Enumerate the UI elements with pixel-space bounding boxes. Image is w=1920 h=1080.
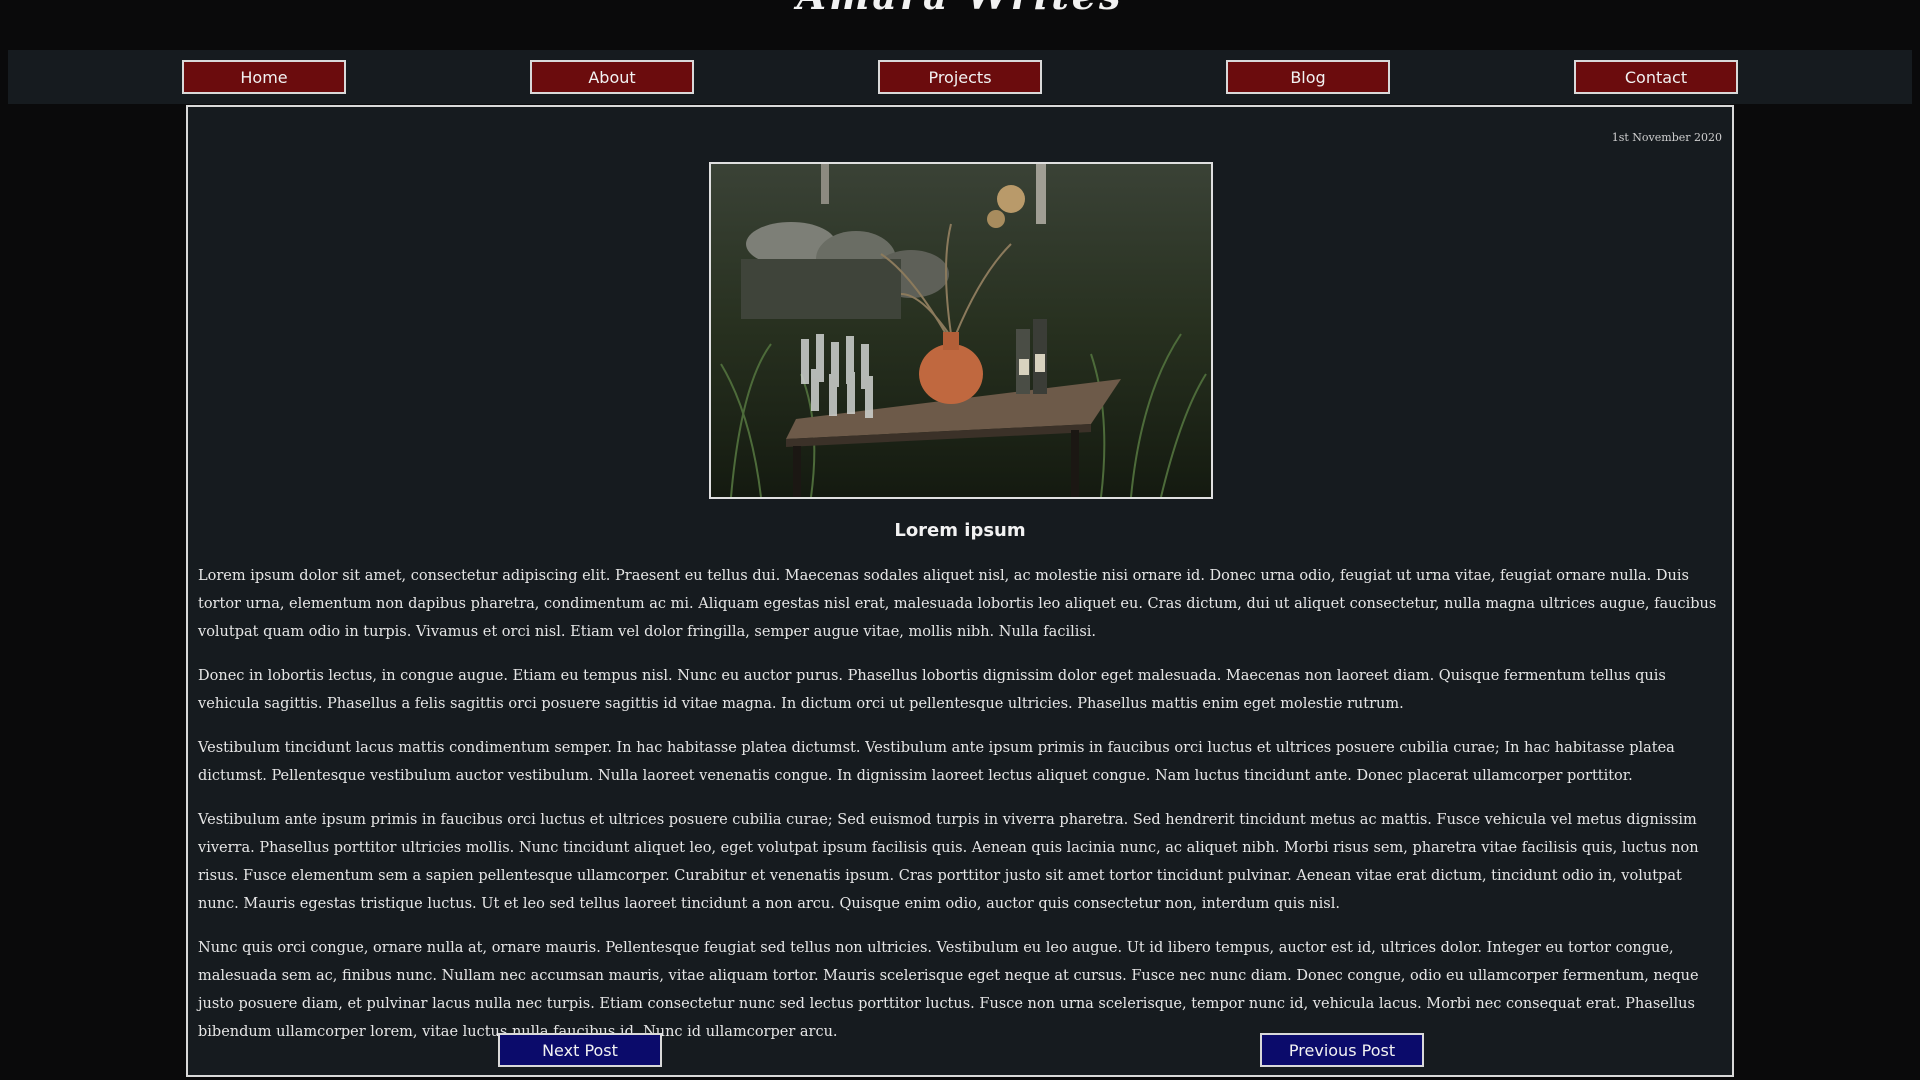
nav-contact-button[interactable]: Contact [1574,60,1738,94]
site-title[interactable]: Amara Writes [0,0,1920,16]
previous-post-button[interactable]: Previous Post [1260,1033,1424,1067]
post-paragraph: Vestibulum ante ipsum primis in faucibus… [198,812,1699,912]
post-paragraph: Donec in lobortis lectus, in congue augu… [198,668,1666,712]
photo-of-table-with-vase-and-glasses-icon [711,164,1211,497]
post-paragraph: Vestibulum tincidunt lacus mattis condim… [198,740,1675,784]
nav-about-button[interactable]: About [530,60,694,94]
post-title: Lorem ipsum [894,520,1026,541]
next-post-button[interactable]: Next Post [498,1033,662,1067]
post-paragraph: Lorem ipsum dolor sit amet, consectetur … [198,568,1717,640]
post-paragraph: Nunc quis orci congue, ornare nulla at, … [198,940,1699,1040]
nav-home-button[interactable]: Home [182,60,346,94]
post-date: 1st November 2020 [1611,131,1722,144]
nav-projects-button[interactable]: Projects [878,60,1042,94]
post-panel: 1st November 2020 Lorem ipsum Lorem ipsu… [186,105,1734,1077]
post-image [709,162,1213,499]
post-body: Lorem ipsum dolor sit amet, consectetur … [198,562,1725,1062]
main-navbar: Home About Projects Blog Contact [8,50,1912,104]
nav-blog-button[interactable]: Blog [1226,60,1390,94]
